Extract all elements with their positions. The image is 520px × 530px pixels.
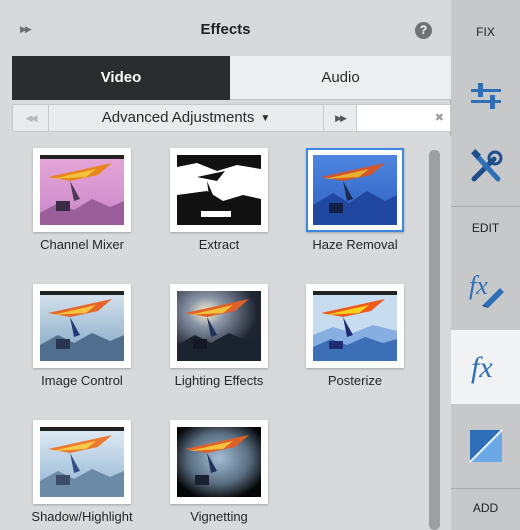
effect-thumbnail [306, 148, 404, 232]
extract-preview-image [177, 155, 261, 225]
hang-glider-image [40, 155, 124, 225]
transitions-icon [468, 429, 503, 463]
effect-label: Haze Removal [312, 237, 398, 252]
tab-audio[interactable]: Audio [230, 56, 451, 100]
adjust-sliders-button[interactable] [451, 64, 520, 128]
sidebar-divider [451, 206, 520, 207]
next-category-button[interactable]: ▶▶ [324, 104, 357, 132]
adjust-sliders-icon [470, 83, 501, 109]
hang-glider-image [40, 291, 124, 361]
hang-glider-image [313, 291, 397, 361]
media-tabs: Video Audio [12, 56, 451, 100]
fx-icon: fx [471, 351, 493, 384]
search-input[interactable] [361, 106, 431, 130]
clear-search-icon[interactable]: ✖ [435, 111, 444, 124]
effect-haze-removal[interactable]: Haze Removal [285, 136, 425, 256]
category-dropdown[interactable]: Advanced Adjustments ▼ [49, 104, 324, 132]
fix-section-label: FIX [476, 25, 495, 39]
hang-glider-image [177, 427, 261, 497]
effect-posterize[interactable]: Posterize [285, 272, 425, 392]
effect-thumbnail [170, 284, 268, 368]
effect-label: Channel Mixer [40, 237, 124, 252]
effect-label: Vignetting [190, 509, 248, 524]
effect-lighting-effects[interactable]: Lighting Effects [149, 272, 289, 392]
effect-vignetting[interactable]: Vignetting [149, 408, 289, 528]
category-toolbar: ◀◀ Advanced Adjustments ▼ ▶▶ ✖ [12, 104, 451, 132]
effect-thumbnail [33, 420, 131, 504]
effect-shadow-highlight[interactable]: Shadow/Highlight [12, 408, 152, 528]
effect-label: Posterize [327, 373, 383, 388]
effect-thumbnail [170, 148, 268, 232]
vertical-scrollbar[interactable] [429, 150, 440, 530]
fx-edit-icon: fx [469, 271, 504, 308]
svg-text:fx: fx [471, 351, 493, 384]
add-section-label: ADD [472, 501, 499, 515]
effects-panel: ▶▶ Effects ? Video Audio ◀◀ Advanced Adj… [0, 0, 451, 530]
effect-channel-mixer[interactable]: Channel Mixer [12, 136, 152, 256]
svg-text:fx: fx [469, 271, 488, 300]
fx-effects-button[interactable]: fx [451, 330, 520, 404]
panel-titlebar: ▶▶ Effects ? [0, 0, 451, 56]
mode-sidebar: FIX EDIT fx fx ADD [451, 0, 520, 530]
category-label: Advanced Adjustments [101, 109, 255, 126]
effects-grid: Channel Mixer Extract Haze Removal Image… [12, 136, 451, 530]
sidebar-divider [451, 488, 520, 489]
help-icon[interactable]: ? [415, 22, 432, 39]
effect-label: Image Control [41, 373, 123, 388]
tools-icon [470, 149, 502, 182]
effect-extract[interactable]: Extract [149, 136, 289, 256]
hang-glider-image [40, 427, 124, 497]
edit-section-label: EDIT [471, 221, 500, 235]
search-box: ✖ [357, 104, 451, 132]
effect-label: Lighting Effects [174, 373, 264, 388]
effect-thumbnail [33, 148, 131, 232]
hang-glider-image [177, 291, 261, 361]
effect-thumbnail [170, 420, 268, 504]
previous-category-button[interactable]: ◀◀ [12, 104, 49, 132]
effect-thumbnail [33, 284, 131, 368]
effect-thumbnail [306, 284, 404, 368]
effect-label: Shadow/Highlight [31, 509, 133, 524]
fx-edit-button[interactable]: fx [451, 252, 520, 324]
transitions-button[interactable] [451, 408, 520, 484]
tab-video[interactable]: Video [12, 56, 230, 100]
tools-button[interactable] [451, 132, 520, 202]
panel-title: Effects [200, 21, 251, 38]
scrollbar-thumb[interactable] [429, 150, 440, 530]
hang-glider-image [313, 155, 397, 225]
chevron-down-icon: ▼ [260, 113, 271, 124]
effect-image-control[interactable]: Image Control [12, 272, 152, 392]
effect-label: Extract [198, 237, 240, 252]
